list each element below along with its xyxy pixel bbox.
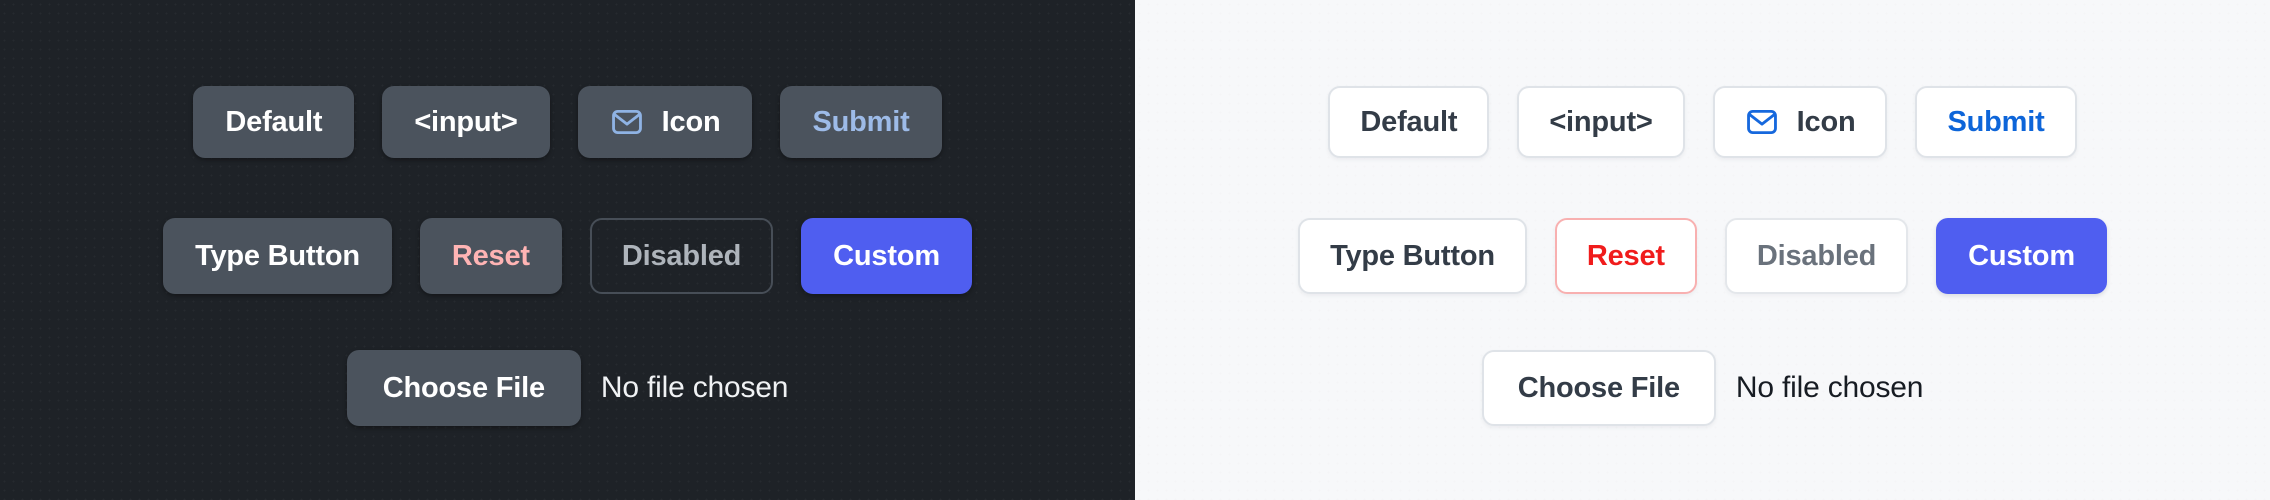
button-label: Reset	[1586, 239, 1665, 272]
light-icon-button[interactable]: Icon	[1712, 86, 1888, 158]
light-default-button[interactable]: Default	[1328, 86, 1490, 158]
dark-file-input[interactable]: Choose File No file chosen	[346, 350, 789, 426]
button-label: Disabled	[1756, 239, 1877, 272]
button-label: Default	[1360, 105, 1458, 138]
button-label: Icon	[661, 105, 721, 138]
light-file-status-text: No file chosen	[1735, 371, 1924, 404]
button-label: Choose File	[382, 371, 545, 404]
light-button-row-1: Default <input> Icon Submit	[1135, 74, 2270, 170]
light-input-button[interactable]: <input>	[1517, 86, 1685, 158]
button-showcase-stage: Default <input> Icon Submit Type Button …	[0, 0, 2270, 500]
dark-button-row-1: Default <input> Icon Submit	[0, 74, 1135, 170]
dark-submit-button[interactable]: Submit	[780, 86, 942, 158]
light-submit-button[interactable]: Submit	[1915, 86, 2077, 158]
button-label: Default	[225, 105, 323, 138]
light-disabled-button: Disabled	[1724, 218, 1909, 294]
light-choose-file-button[interactable]: Choose File	[1481, 350, 1716, 426]
dark-file-row: Choose File No file chosen	[0, 340, 1135, 436]
light-theme-panel: Default <input> Icon Submit Type Button …	[1135, 0, 2270, 500]
dark-input-button[interactable]: <input>	[382, 86, 550, 158]
light-file-row: Choose File No file chosen	[1135, 340, 2270, 436]
button-label: Custom	[833, 239, 940, 272]
light-custom-button[interactable]: Custom	[1936, 218, 2107, 294]
dark-reset-button[interactable]: Reset	[419, 218, 562, 294]
dark-disabled-button: Disabled	[589, 218, 774, 294]
button-label: Type Button	[195, 239, 360, 272]
button-label: Choose File	[1517, 371, 1680, 404]
button-label: Custom	[1968, 239, 2075, 272]
dark-theme-panel: Default <input> Icon Submit Type Button …	[0, 0, 1135, 500]
light-panel-rows: Default <input> Icon Submit Type Button …	[1135, 0, 2270, 500]
dark-default-button[interactable]: Default	[193, 86, 355, 158]
envelope-icon	[1745, 105, 1779, 139]
light-button-row-2: Type Button Reset Disabled Custom	[1135, 208, 2270, 304]
dark-choose-file-button[interactable]: Choose File	[346, 350, 581, 426]
button-label: Submit	[812, 105, 910, 138]
dark-file-status-text: No file chosen	[600, 371, 789, 404]
button-label: Icon	[1796, 105, 1856, 138]
dark-panel-rows: Default <input> Icon Submit Type Button …	[0, 0, 1135, 500]
light-file-input[interactable]: Choose File No file chosen	[1481, 350, 1924, 426]
light-type-button[interactable]: Type Button	[1298, 218, 1527, 294]
button-label: Disabled	[621, 239, 742, 272]
button-label: <input>	[1549, 105, 1653, 138]
dark-custom-button[interactable]: Custom	[801, 218, 972, 294]
button-label: <input>	[414, 105, 518, 138]
button-label: Reset	[451, 239, 530, 272]
button-label: Submit	[1947, 105, 2045, 138]
light-reset-button[interactable]: Reset	[1554, 218, 1697, 294]
dark-button-row-2: Type Button Reset Disabled Custom	[0, 208, 1135, 304]
envelope-icon	[610, 105, 644, 139]
button-label: Type Button	[1330, 239, 1495, 272]
dark-type-button[interactable]: Type Button	[163, 218, 392, 294]
dark-icon-button[interactable]: Icon	[577, 86, 753, 158]
